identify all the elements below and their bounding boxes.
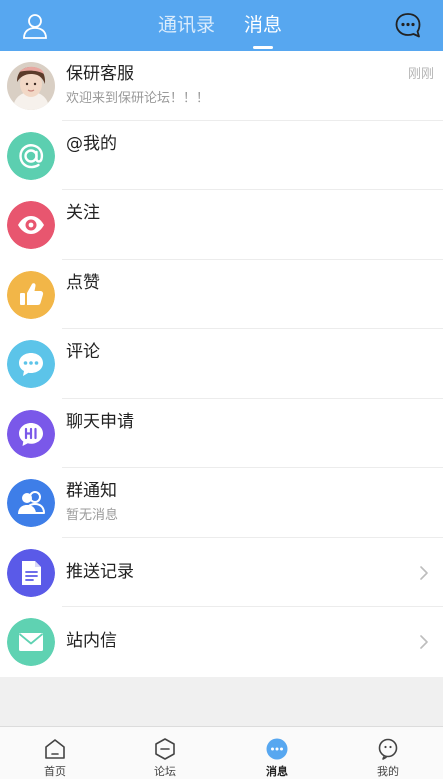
list-item-label: 点赞 <box>66 272 100 293</box>
list-item-customer-service[interactable]: 保研客服 欢迎来到保研论坛！！！ 刚刚 <box>0 51 443 121</box>
thumbs-up-icon <box>7 270 55 319</box>
at-icon <box>7 131 55 180</box>
tabbar-forum[interactable]: 论坛 <box>110 727 220 779</box>
eye-icon <box>7 201 55 249</box>
list-item-label: 群通知 <box>66 481 117 501</box>
tabbar-profile[interactable]: 我的 <box>333 727 443 779</box>
forum-icon <box>155 738 175 760</box>
tabbar-label: 消息 <box>266 765 288 778</box>
list-item-site-mail[interactable]: 站内信 <box>0 607 443 677</box>
envelope-icon <box>7 618 55 666</box>
list-item-push-history[interactable]: 推送记录 <box>0 537 443 607</box>
chevron-right-icon <box>420 635 428 649</box>
hi-bubble-icon <box>7 409 55 458</box>
list-item-label: 评论 <box>66 342 100 362</box>
tab-messages[interactable]: 消息 <box>244 12 282 38</box>
top-nav-bar: 通讯录 消息 <box>0 0 443 51</box>
conversation-preview: 欢迎来到保研论坛！！！ <box>66 91 210 106</box>
conversation-title: 保研客服 <box>66 64 134 84</box>
tabbar-label: 论坛 <box>154 765 176 778</box>
document-icon <box>7 548 55 597</box>
message-icon <box>266 738 288 760</box>
group-icon <box>7 479 55 527</box>
list-item-label: 站内信 <box>66 631 117 651</box>
tabbar-label: 首页 <box>44 765 66 778</box>
profile-icon <box>378 738 398 760</box>
list-item-status: 暂无消息 <box>66 508 119 523</box>
bottom-tab-bar: 首页 论坛 消息 我的 <box>0 726 443 779</box>
list-item-follow[interactable]: 关注 <box>0 190 443 260</box>
timestamp: 刚刚 <box>407 67 434 82</box>
tabbar-messages[interactable]: 消息 <box>222 727 332 779</box>
list-item-label: @我的 <box>66 133 117 154</box>
tabbar-home[interactable]: 首页 <box>0 727 110 779</box>
list-item-label: 聊天申请 <box>66 411 134 432</box>
list-item-comments[interactable]: 评论 <box>0 329 443 399</box>
chevron-right-icon <box>420 565 428 580</box>
chat-bubble-icon[interactable] <box>394 11 422 39</box>
avatar <box>7 62 55 110</box>
list-item-mentions[interactable]: @我的 <box>0 120 443 190</box>
list-item-chat-requests[interactable]: 聊天申请 <box>0 398 443 468</box>
list-item-label: 推送记录 <box>66 561 134 582</box>
active-tab-indicator <box>253 46 273 49</box>
comment-icon <box>7 340 55 388</box>
tab-contacts[interactable]: 通讯录 <box>158 12 215 38</box>
tabbar-label: 我的 <box>377 765 399 778</box>
message-list: 保研客服 欢迎来到保研论坛！！！ 刚刚 @我的 关注 点赞 评论 聊天申请 群通… <box>0 51 443 677</box>
list-item-likes[interactable]: 点赞 <box>0 259 443 329</box>
list-item-group-notifications[interactable]: 群通知 暂无消息 <box>0 468 443 538</box>
home-icon <box>45 739 65 759</box>
user-icon[interactable] <box>22 12 48 40</box>
list-item-label: 关注 <box>66 203 100 223</box>
